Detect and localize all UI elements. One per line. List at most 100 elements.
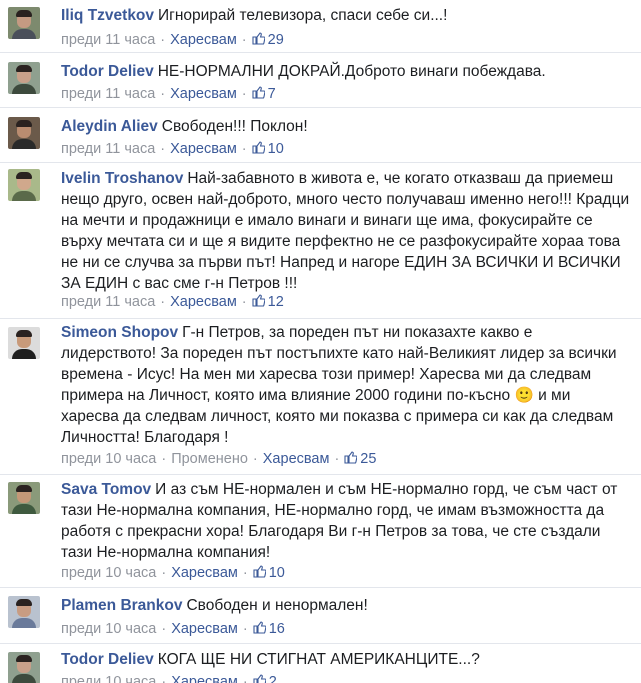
avatar[interactable] bbox=[8, 7, 40, 39]
separator: · bbox=[334, 451, 340, 467]
comment-text: НЕ-НОРМАЛНИ ДОКРАЙ.Доброто винаги побежд… bbox=[157, 63, 546, 80]
comment-author[interactable]: Todor Deliev bbox=[61, 63, 154, 80]
comment-timestamp[interactable]: преди 11 часа bbox=[61, 86, 155, 102]
like-button[interactable]: Харесвам bbox=[170, 141, 237, 157]
thumbs-up-icon bbox=[253, 621, 266, 634]
like-count[interactable]: 10 bbox=[253, 565, 285, 581]
like-button[interactable]: Харесвам bbox=[171, 621, 238, 637]
separator: · bbox=[242, 565, 248, 581]
avatar[interactable] bbox=[8, 117, 40, 149]
comment-timestamp[interactable]: преди 11 часа bbox=[61, 32, 155, 48]
thumbs-up-icon bbox=[252, 141, 265, 154]
comment-timestamp[interactable]: преди 10 часа bbox=[61, 621, 156, 637]
separator: · bbox=[160, 141, 166, 157]
comment-body: Simeon Shopov Г-н Петров, за пореден път … bbox=[61, 322, 631, 448]
comment-text: Най-забавното в живота е, че когато отка… bbox=[61, 170, 630, 292]
comment-author[interactable]: Iliq Tzvetkov bbox=[61, 7, 154, 24]
comment-text: КОГА ЩЕ НИ СТИГНАТ АМЕРИКАНЦИТЕ...? bbox=[157, 651, 480, 668]
separator: · bbox=[161, 451, 167, 467]
comment-text: Г-н Петров, за пореден път ни показахте … bbox=[61, 324, 617, 446]
comment-item: Aleydin Aliev Свободен!!! Поклон! преди 1… bbox=[0, 108, 641, 163]
separator: · bbox=[160, 294, 166, 310]
separator: · bbox=[241, 32, 247, 48]
comment-timestamp[interactable]: преди 11 часа bbox=[61, 141, 155, 157]
avatar[interactable] bbox=[8, 169, 40, 201]
comment-meta: преди 10 часа · Харесвам · 10 bbox=[61, 564, 285, 582]
comment-feed: Iliq Tzvetkov Игнорирай телевизора, спаси… bbox=[0, 0, 641, 683]
like-count[interactable]: 2 bbox=[253, 674, 277, 683]
avatar[interactable] bbox=[8, 62, 40, 94]
like-count[interactable]: 12 bbox=[252, 294, 284, 310]
thumbs-up-icon bbox=[252, 32, 265, 45]
comment-timestamp[interactable]: преди 11 часа bbox=[61, 294, 155, 310]
like-button[interactable]: Харесвам bbox=[170, 294, 237, 310]
comment-author[interactable]: Aleydin Aliev bbox=[61, 118, 158, 135]
comment-author[interactable]: Todor Deliev bbox=[61, 651, 154, 668]
like-count[interactable]: 10 bbox=[252, 141, 284, 157]
like-count[interactable]: 25 bbox=[344, 451, 376, 467]
comment-meta: преди 11 часа · Харесвам · 7 bbox=[61, 85, 276, 103]
like-count-value: 25 bbox=[360, 451, 377, 467]
like-button[interactable]: Харесвам bbox=[170, 86, 237, 102]
comment-meta: преди 11 часа · Харесвам · 29 bbox=[61, 31, 284, 49]
separator: · bbox=[242, 674, 248, 683]
comment-author[interactable]: Simeon Shopov bbox=[61, 324, 178, 341]
separator: · bbox=[242, 621, 248, 637]
like-count[interactable]: 7 bbox=[252, 86, 276, 102]
like-count-value: 2 bbox=[268, 674, 277, 683]
comment-item: Iliq Tzvetkov Игнорирай телевизора, спаси… bbox=[0, 0, 641, 53]
avatar[interactable] bbox=[8, 482, 40, 514]
like-button[interactable]: Харесвам bbox=[170, 32, 237, 48]
like-count-value: 7 bbox=[267, 86, 276, 102]
like-count-value: 10 bbox=[267, 141, 284, 157]
edited-label[interactable]: Променено bbox=[171, 451, 248, 467]
comment-text: Свободен!!! Поклон! bbox=[161, 118, 308, 135]
comment-body: Aleydin Aliev Свободен!!! Поклон! bbox=[61, 116, 631, 137]
thumbs-up-icon bbox=[253, 565, 266, 578]
like-button[interactable]: Харесвам bbox=[171, 565, 238, 581]
like-count-value: 16 bbox=[268, 621, 285, 637]
like-count[interactable]: 16 bbox=[253, 621, 285, 637]
comment-body: Iliq Tzvetkov Игнорирай телевизора, спаси… bbox=[61, 5, 631, 26]
comment-body: Ivelin Troshanov Най-забавното в живота е… bbox=[61, 168, 631, 294]
like-count-value: 10 bbox=[268, 565, 285, 581]
comment-text: Игнорирай телевизора, спаси себе си...! bbox=[158, 7, 448, 24]
thumbs-up-icon bbox=[253, 674, 266, 683]
comment-meta: преди 11 часа · Харесвам · 12 bbox=[61, 293, 284, 311]
comment-meta: преди 10 часа · Харесвам · 16 bbox=[61, 620, 285, 638]
comment-text: Свободен и ненормален! bbox=[186, 597, 368, 614]
comment-timestamp[interactable]: преди 10 часа bbox=[61, 565, 156, 581]
avatar[interactable] bbox=[8, 327, 40, 359]
comment-item: Simeon Shopov Г-н Петров, за пореден път … bbox=[0, 319, 641, 475]
comment-timestamp[interactable]: преди 10 часа bbox=[61, 674, 156, 683]
comment-item: Sava Tomov И аз съм НЕ-нормален и съм НЕ-… bbox=[0, 475, 641, 588]
like-button[interactable]: Харесвам bbox=[171, 674, 238, 683]
comment-author[interactable]: Sava Tomov bbox=[61, 481, 151, 498]
like-count[interactable]: 29 bbox=[252, 32, 284, 48]
comment-meta: преди 11 часа · Харесвам · 10 bbox=[61, 140, 284, 158]
comment-body: Todor Deliev НЕ-НОРМАЛНИ ДОКРАЙ.Доброто в… bbox=[61, 61, 631, 82]
like-count-value: 12 bbox=[267, 294, 284, 310]
comment-author[interactable]: Plamen Brankov bbox=[61, 597, 182, 614]
separator: · bbox=[161, 674, 167, 683]
thumbs-up-icon bbox=[252, 86, 265, 99]
separator: · bbox=[161, 621, 167, 637]
thumbs-up-icon bbox=[344, 451, 358, 464]
comment-meta: преди 10 часа · Променено · Харесвам · 25 bbox=[61, 450, 376, 468]
separator: · bbox=[241, 294, 247, 310]
separator: · bbox=[241, 141, 247, 157]
separator: · bbox=[241, 86, 247, 102]
separator: · bbox=[252, 451, 258, 467]
comment-meta: преди 10 часа · Харесвам · 2 bbox=[61, 673, 277, 683]
avatar[interactable] bbox=[8, 596, 40, 628]
avatar[interactable] bbox=[8, 652, 40, 683]
comment-item: Plamen Brankov Свободен и ненормален! пре… bbox=[0, 588, 641, 644]
separator: · bbox=[160, 32, 166, 48]
comment-item: Ivelin Troshanov Най-забавното в живота е… bbox=[0, 163, 641, 319]
comment-timestamp[interactable]: преди 10 часа bbox=[61, 451, 156, 467]
like-button[interactable]: Харесвам bbox=[263, 451, 330, 467]
separator: · bbox=[161, 565, 167, 581]
comment-body: Plamen Brankov Свободен и ненормален! bbox=[61, 595, 631, 616]
like-count-value: 29 bbox=[267, 32, 284, 48]
comment-author[interactable]: Ivelin Troshanov bbox=[61, 170, 183, 187]
